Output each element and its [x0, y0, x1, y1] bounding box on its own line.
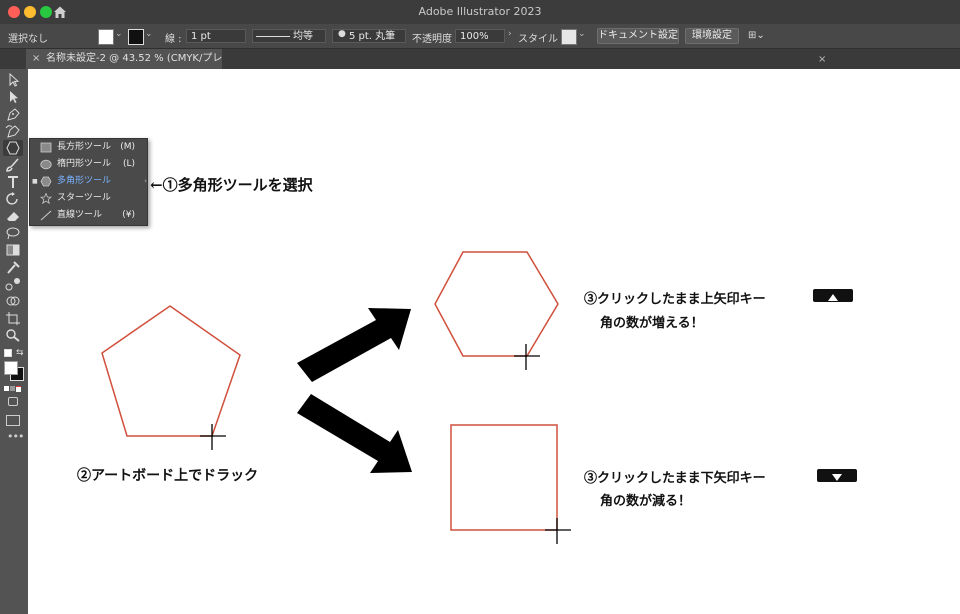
annotation-step3-up-result: 角の数が増える！ — [600, 316, 704, 331]
canvas-artwork — [101, 251, 571, 544]
flyout-item-rectangle[interactable]: 長方形ツール (M) — [30, 139, 147, 156]
up-arrow-key-icon — [813, 289, 853, 302]
flyout-item-star[interactable]: スターツール — [30, 190, 147, 207]
flyout-item-shortcut: (M) — [120, 142, 135, 152]
shape-tools-flyout: 長方形ツール (M) 楕円形ツール (L) ■ 多角形ツール › スターツール … — [29, 138, 148, 226]
flyout-item-shortcut: (¥) — [122, 210, 135, 220]
hexagon-shape[interactable] — [434, 251, 559, 357]
line-icon — [40, 210, 52, 221]
annotation-step3-down-result: 角の数が減る！ — [600, 494, 692, 509]
flyout-item-label: 多角形ツール — [57, 176, 112, 186]
flyout-item-line[interactable]: 直線ツール (¥) — [30, 207, 147, 224]
down-arrow-key-icon — [817, 469, 857, 482]
flyout-item-label: 直線ツール — [57, 210, 103, 220]
flyout-item-ellipse[interactable]: 楕円形ツール (L) — [30, 156, 147, 173]
chevron-right-icon: › — [144, 177, 147, 185]
pentagon-shape[interactable] — [101, 305, 241, 437]
crosshair-cursor-icon — [514, 344, 540, 370]
arrow-up-right-icon — [297, 308, 411, 382]
star-icon — [40, 193, 52, 204]
flyout-item-label: スターツール — [57, 193, 111, 203]
arrow-down-right-icon — [297, 394, 412, 473]
crosshair-cursor-icon — [545, 518, 571, 544]
annotation-step1: ←①多角形ツールを選択 — [150, 176, 313, 194]
rectangle-icon — [40, 142, 52, 153]
flyout-item-shortcut: (L) — [122, 159, 135, 169]
square-shape[interactable] — [450, 424, 558, 531]
ellipse-icon — [40, 159, 52, 170]
crosshair-cursor-icon — [200, 424, 226, 450]
current-tool-marker-icon: ■ — [32, 178, 38, 185]
annotation-step2: ②アートボード上でドラック — [77, 468, 259, 484]
polygon-icon — [40, 176, 52, 187]
flyout-item-polygon[interactable]: ■ 多角形ツール › — [30, 173, 147, 190]
annotation-step3-up: ③クリックしたまま上矢印キー — [584, 292, 766, 307]
flyout-item-label: 楕円形ツール — [57, 159, 112, 169]
annotation-step3-down: ③クリックしたまま下矢印キー — [584, 471, 766, 486]
flyout-item-label: 長方形ツール — [57, 142, 112, 152]
